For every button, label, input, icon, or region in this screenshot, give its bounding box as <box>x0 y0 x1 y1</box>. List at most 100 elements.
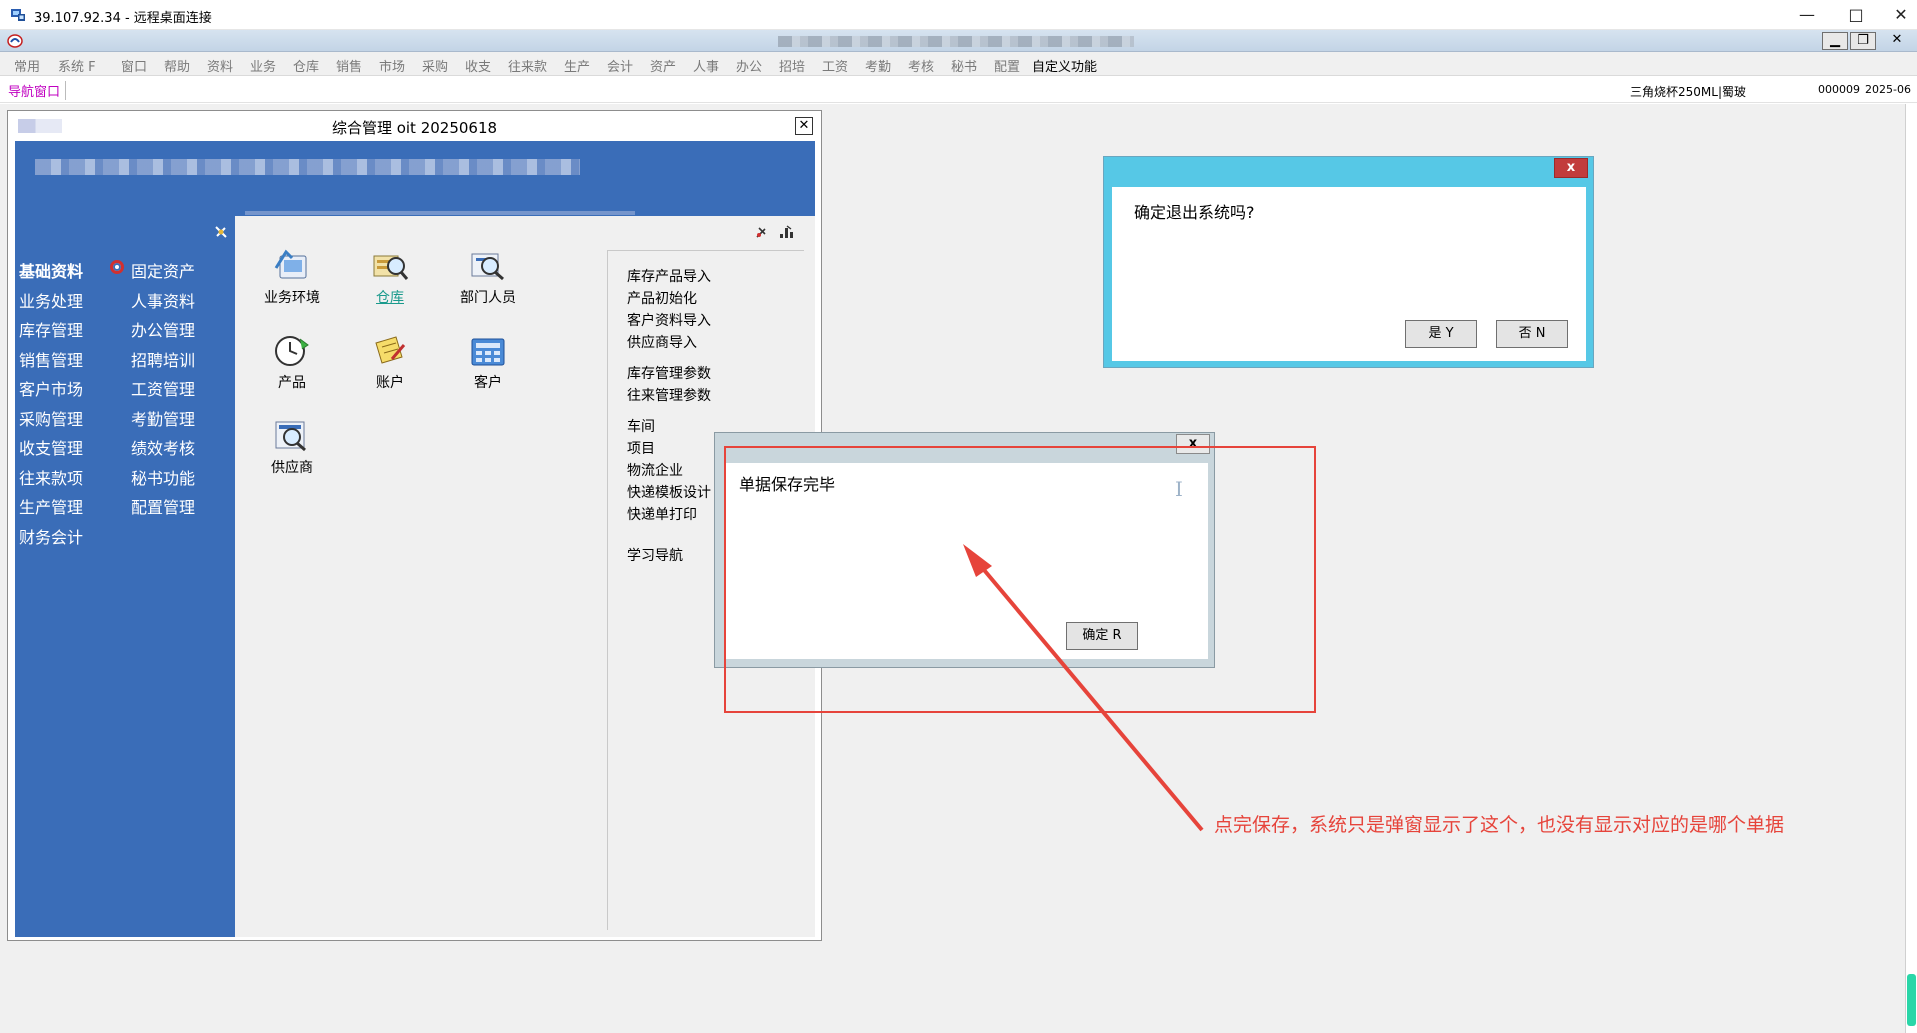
link-workshop[interactable]: 车间 <box>627 416 655 436</box>
nav-inventory[interactable]: 库存管理 <box>19 317 83 341</box>
annotation-highlight-box <box>724 446 1316 713</box>
vertical-scrollbar[interactable] <box>1905 104 1917 1033</box>
menu-item-sales[interactable]: 销售 <box>336 56 362 75</box>
tile-product[interactable]: 产品 <box>247 333 337 392</box>
menu-item-market[interactable]: 市场 <box>379 56 405 75</box>
nav-sales[interactable]: 销售管理 <box>19 347 83 371</box>
tile-label: 产品 <box>278 375 306 391</box>
mdi-restore-button[interactable]: ❐ <box>1850 32 1876 50</box>
annotation-text: 点完保存，系统只是弹窗显示了这个，也没有显示对应的是哪个单据 <box>1214 814 1785 836</box>
link-inventory-import[interactable]: 库存产品导入 <box>627 266 711 286</box>
no-button[interactable]: 否 N <box>1496 320 1568 348</box>
business-env-icon <box>274 249 307 279</box>
menu-item-accounts[interactable]: 往来款 <box>508 56 547 75</box>
nav-production[interactable]: 生产管理 <box>19 494 83 518</box>
department-staff-icon <box>471 253 504 281</box>
link-project[interactable]: 项目 <box>627 438 655 458</box>
tile-warehouse[interactable]: 仓库 <box>345 248 435 307</box>
tile-supplier[interactable]: 供应商 <box>247 418 337 477</box>
menu-item-production[interactable]: 生产 <box>564 56 590 75</box>
scrollbar-thumb[interactable] <box>1907 974 1916 1026</box>
nav-hr[interactable]: 人事资料 <box>131 288 195 312</box>
link-inventory-params[interactable]: 库存管理参数 <box>627 363 711 383</box>
mdi-close-button[interactable]: ✕ <box>1884 32 1910 50</box>
tile-label: 业务环境 <box>264 290 320 306</box>
nav-salary[interactable]: 工资管理 <box>131 376 195 400</box>
nav-performance[interactable]: 绩效考核 <box>131 435 195 459</box>
nav-recruit[interactable]: 招聘培训 <box>131 347 195 371</box>
tile-business-env[interactable]: 业务环境 <box>247 248 337 307</box>
tile-label: 客户 <box>474 375 502 391</box>
menu-item-data[interactable]: 资料 <box>207 56 233 75</box>
content-tools-icon[interactable] <box>753 224 803 240</box>
menu-item-help[interactable]: 帮助 <box>164 56 190 75</box>
menu-item-business[interactable]: 业务 <box>250 56 276 75</box>
nav-bar: 导航窗口 三角烧杯250ML|蜀玻 000009 2025-06 <box>0 77 1917 103</box>
menu-item-hr[interactable]: 人事 <box>693 56 719 75</box>
banner <box>15 141 815 216</box>
menu-item-accounting[interactable]: 会计 <box>607 56 633 75</box>
main-window-close-button[interactable]: ✕ <box>795 117 813 135</box>
screen: 39.107.92.34 - 远程桌面连接 — □ ✕ ▁ ❐ ✕ 常用 系统 … <box>0 0 1917 1033</box>
nav-customer-market[interactable]: 客户市场 <box>19 376 83 400</box>
status-product: 三角烧杯250ML|蜀玻 <box>1630 85 1746 99</box>
tile-customer[interactable]: 客户 <box>443 333 533 392</box>
exit-dialog-message: 确定退出系统吗? <box>1134 203 1255 222</box>
link-express-print[interactable]: 快递单打印 <box>627 504 697 524</box>
menu-item-common[interactable]: 常用 <box>14 56 40 75</box>
mdi-minimize-button[interactable]: ▁ <box>1822 32 1848 50</box>
menu-item-warehouse[interactable]: 仓库 <box>293 56 319 75</box>
pin-tool-icon[interactable] <box>213 224 229 240</box>
menu-item-evaluation[interactable]: 考核 <box>908 56 934 75</box>
menu-item-system[interactable]: 系统 F <box>58 56 96 75</box>
nav-attendance[interactable]: 考勤管理 <box>131 406 195 430</box>
menu-item-office[interactable]: 办公 <box>736 56 762 75</box>
link-customer-import[interactable]: 客户资料导入 <box>627 310 711 330</box>
menu-item-attendance[interactable]: 考勤 <box>865 56 891 75</box>
menu-item-custom[interactable]: 自定义功能 <box>1032 56 1097 75</box>
nav-income-expense[interactable]: 收支管理 <box>19 435 83 459</box>
customer-icon <box>471 338 505 366</box>
nav-office[interactable]: 办公管理 <box>131 317 195 341</box>
vertical-divider <box>607 250 608 930</box>
fixed-asset-icon <box>110 260 124 274</box>
nav-purchase[interactable]: 采购管理 <box>19 406 83 430</box>
blurred-title-text <box>778 36 1134 47</box>
close-button[interactable]: ✕ <box>1880 2 1917 28</box>
nav-config[interactable]: 配置管理 <box>131 494 195 518</box>
link-supplier-import[interactable]: 供应商导入 <box>627 332 697 352</box>
menubar: 常用 系统 F 窗口 帮助 资料 业务 仓库 销售 市场 采购 收支 往来款 生… <box>0 52 1917 76</box>
yes-button[interactable]: 是 Y <box>1405 320 1477 348</box>
left-nav-panel: 基础资料 业务处理 库存管理 销售管理 客户市场 采购管理 收支管理 往来款项 … <box>15 216 235 937</box>
main-window-title: 综合管理 oit 20250618 <box>331 119 498 137</box>
minimize-button[interactable]: — <box>1786 2 1828 28</box>
tile-department-staff[interactable]: 部门人员 <box>443 248 533 307</box>
link-learning-nav[interactable]: 学习导航 <box>627 545 683 565</box>
nav-fixed-assets[interactable]: 固定资产 <box>131 258 195 282</box>
exit-dialog-close-button[interactable]: x <box>1554 158 1588 178</box>
menu-item-purchase[interactable]: 采购 <box>422 56 448 75</box>
app-titlebar: ▁ ❐ ✕ <box>0 30 1917 52</box>
nav-business[interactable]: 业务处理 <box>19 288 83 312</box>
rdp-titlebar: 39.107.92.34 - 远程桌面连接 — □ ✕ <box>0 0 1917 30</box>
nav-window-tab[interactable]: 导航窗口 <box>8 81 67 100</box>
nav-secretary[interactable]: 秘书功能 <box>131 465 195 489</box>
nav-accounts[interactable]: 往来款项 <box>19 465 83 489</box>
link-accounts-params[interactable]: 往来管理参数 <box>627 385 711 405</box>
product-clock-icon <box>275 336 309 366</box>
menu-item-salary[interactable]: 工资 <box>822 56 848 75</box>
app-logo-icon <box>7 34 23 48</box>
menu-item-recruit[interactable]: 招培 <box>779 56 805 75</box>
menu-item-secretary[interactable]: 秘书 <box>951 56 977 75</box>
menu-item-window[interactable]: 窗口 <box>121 56 147 75</box>
nav-finance[interactable]: 财务会计 <box>19 524 83 548</box>
link-logistics[interactable]: 物流企业 <box>627 460 683 480</box>
maximize-button[interactable]: □ <box>1835 2 1877 28</box>
link-product-init[interactable]: 产品初始化 <box>627 288 697 308</box>
menu-item-assets[interactable]: 资产 <box>650 56 676 75</box>
nav-basic-data[interactable]: 基础资料 <box>19 258 83 282</box>
menu-item-config[interactable]: 配置 <box>994 56 1020 75</box>
tile-account[interactable]: 账户 <box>345 333 435 392</box>
menu-item-income-expense[interactable]: 收支 <box>465 56 491 75</box>
link-express-template[interactable]: 快递模板设计 <box>627 482 711 502</box>
